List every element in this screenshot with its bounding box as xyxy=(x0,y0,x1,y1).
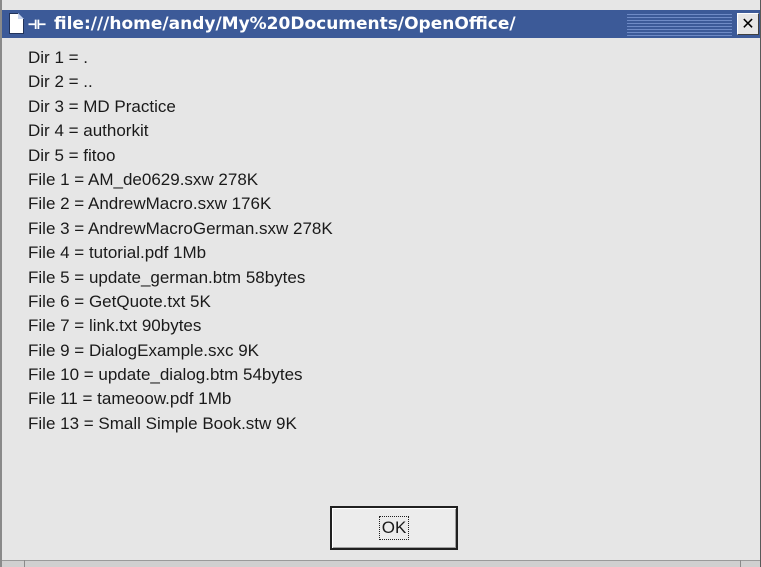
window-title: file:///home/andy/My%20Documents/OpenOff… xyxy=(54,14,516,34)
list-item: File 3 = AndrewMacroGerman.sxw 278K xyxy=(28,218,333,238)
close-button[interactable]: ✕ xyxy=(737,13,759,35)
message-text: Dir 1 = . Dir 2 = .. Dir 3 = MD Practice… xyxy=(28,46,748,436)
list-item: File 5 = update_german.btm 58bytes xyxy=(28,267,306,287)
list-item: File 2 = AndrewMacro.sxw 176K xyxy=(28,194,272,214)
list-item: File 13 = Small Simple Book.stw 9K xyxy=(28,413,297,433)
list-item: Dir 5 = fitoo xyxy=(28,145,116,165)
list-item: File 10 = update_dialog.btm 54bytes xyxy=(28,365,303,385)
list-item: File 6 = GetQuote.txt 5K xyxy=(28,291,211,311)
title-bar[interactable]: ⊣⊢ file:///home/andy/My%20Documents/Open… xyxy=(2,10,760,38)
list-item: File 11 = tameoow.pdf 1Mb xyxy=(28,389,232,409)
resize-handle-left[interactable] xyxy=(24,560,25,567)
resize-handle-right[interactable] xyxy=(740,560,741,567)
list-item: Dir 1 = . xyxy=(28,48,88,67)
list-item: Dir 4 = authorkit xyxy=(28,121,149,141)
bottom-border xyxy=(2,560,760,567)
ok-button-label: OK xyxy=(378,516,410,540)
title-bar-grip xyxy=(627,12,732,36)
ok-button[interactable]: OK xyxy=(330,506,458,550)
message-dialog: ⊣⊢ file:///home/andy/My%20Documents/Open… xyxy=(0,0,761,567)
list-item: File 7 = link.txt 90bytes xyxy=(28,316,202,336)
pin-icon[interactable]: ⊣⊢ xyxy=(28,16,46,32)
list-item: Dir 2 = .. xyxy=(28,72,93,92)
document-icon[interactable] xyxy=(9,13,24,34)
list-item: File 9 = DialogExample.sxc 9K xyxy=(28,340,260,360)
list-item: Dir 3 = MD Practice xyxy=(28,96,176,116)
list-item: File 1 = AM_de0629.sxw 278K xyxy=(28,169,259,189)
list-item: File 4 = tutorial.pdf 1Mb xyxy=(28,243,207,263)
